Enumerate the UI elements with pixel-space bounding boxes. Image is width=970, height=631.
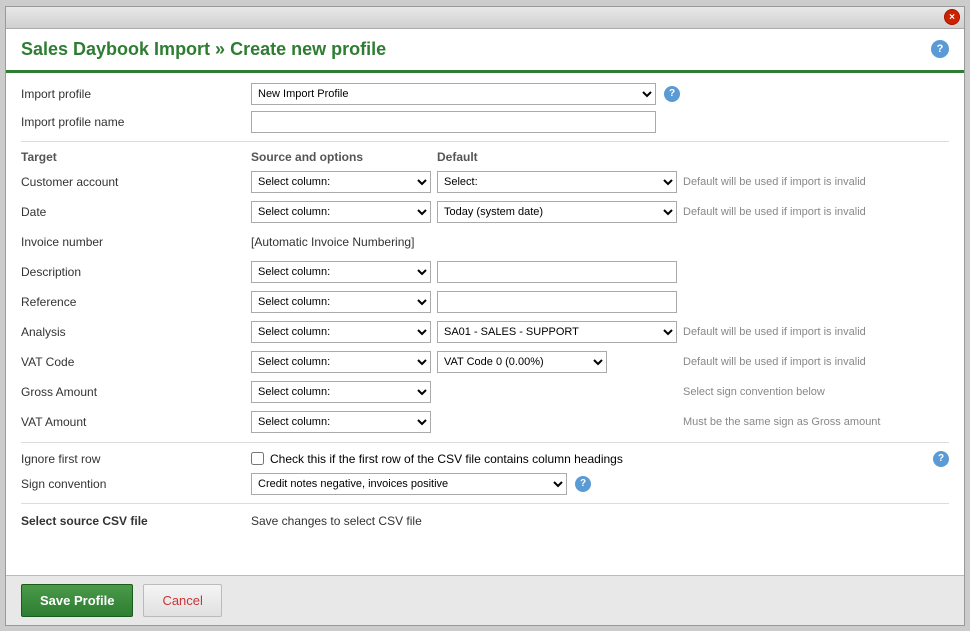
reference-default-wrapper (437, 291, 677, 313)
target-header: Target (21, 150, 251, 164)
ignore-first-row-text: Check this if the first row of the CSV f… (270, 452, 623, 466)
import-profile-help-icon[interactable]: ? (664, 86, 680, 102)
gross-amount-source-wrapper: Select column: (251, 381, 431, 403)
gross-amount-label: Gross Amount (21, 385, 251, 399)
date-label: Date (21, 205, 251, 219)
import-profile-select-wrapper: New Import Profile (251, 83, 656, 105)
analysis-source-select[interactable]: Select column: (251, 321, 431, 343)
analysis-row: Analysis Select column: SA01 - SALES - S… (21, 320, 949, 344)
footer: Save Profile Cancel (6, 575, 964, 625)
vat-code-note: Default will be used if import is invali… (683, 356, 949, 368)
description-label: Description (21, 265, 251, 279)
customer-account-source-select[interactable]: Select column: (251, 171, 431, 193)
import-profile-name-label: Import profile name (21, 115, 251, 129)
cancel-button[interactable]: Cancel (143, 584, 221, 617)
customer-account-row: Customer account Select column: Select: … (21, 170, 949, 194)
date-row: Date Select column: Today (system date) … (21, 200, 949, 224)
gross-amount-row: Gross Amount Select column: Select sign … (21, 380, 949, 404)
import-profile-label: Import profile (21, 87, 251, 101)
csv-file-row: Select source CSV file Save changes to s… (21, 514, 949, 528)
page-title: Sales Daybook Import » Create new profil… (21, 39, 386, 60)
ignore-first-row-checkbox-area: Check this if the first row of the CSV f… (251, 452, 623, 466)
gross-amount-note: Select sign convention below (683, 386, 949, 398)
ignore-first-row-help-icon[interactable]: ? (933, 451, 949, 467)
close-button[interactable]: × (944, 9, 960, 25)
vat-amount-source-wrapper: Select column: (251, 411, 431, 433)
header-help-icon[interactable]: ? (931, 40, 949, 58)
sign-convention-select-wrapper: Credit notes negative, invoices positive (251, 473, 567, 495)
invoice-number-auto: [Automatic Invoice Numbering] (251, 235, 414, 249)
customer-account-default-select[interactable]: Select: (437, 171, 677, 193)
customer-account-note: Default will be used if import is invali… (683, 176, 949, 188)
vat-amount-label: VAT Amount (21, 415, 251, 429)
date-note: Default will be used if import is invali… (683, 206, 949, 218)
analysis-source-wrapper: Select column: (251, 321, 431, 343)
vat-code-default-wrapper: VAT Code 0 (0.00%) (437, 351, 677, 373)
reference-source-select[interactable]: Select column: (251, 291, 431, 313)
divider-2 (21, 442, 949, 443)
ignore-first-row-checkbox[interactable] (251, 452, 264, 465)
vat-amount-row: VAT Amount Select column: Must be the sa… (21, 410, 949, 434)
reference-default-input[interactable] (437, 291, 677, 313)
import-profile-name-row: Import profile name (21, 111, 949, 133)
invoice-number-label: Invoice number (21, 235, 251, 249)
date-source-select[interactable]: Select column: (251, 201, 431, 223)
save-profile-button[interactable]: Save Profile (21, 584, 133, 617)
vat-amount-note: Must be the same sign as Gross amount (683, 416, 949, 428)
header: Sales Daybook Import » Create new profil… (6, 29, 964, 73)
description-default-wrapper (437, 261, 677, 283)
reference-label: Reference (21, 295, 251, 309)
sign-convention-help-icon[interactable]: ? (575, 476, 591, 492)
analysis-note: Default will be used if import is invali… (683, 326, 949, 338)
csv-file-value: Save changes to select CSV file (251, 514, 422, 528)
import-profile-row: Import profile New Import Profile ? (21, 83, 949, 105)
csv-file-label: Select source CSV file (21, 514, 251, 528)
import-profile-select[interactable]: New Import Profile (251, 83, 656, 105)
invoice-number-row: Invoice number [Automatic Invoice Number… (21, 230, 949, 254)
description-row: Description Select column: (21, 260, 949, 284)
vat-code-source-wrapper: Select column: (251, 351, 431, 373)
vat-code-row: VAT Code Select column: VAT Code 0 (0.00… (21, 350, 949, 374)
ignore-first-row-row: Ignore first row Check this if the first… (21, 451, 949, 467)
analysis-default-wrapper: SA01 - SALES - SUPPORT (437, 321, 677, 343)
source-header: Source and options (251, 150, 437, 164)
gross-amount-source-select[interactable]: Select column: (251, 381, 431, 403)
vat-amount-source-select[interactable]: Select column: (251, 411, 431, 433)
main-window: × Sales Daybook Import » Create new prof… (5, 6, 965, 626)
ignore-first-row-label: Ignore first row (21, 452, 251, 466)
divider-3 (21, 503, 949, 504)
sign-convention-label: Sign convention (21, 477, 251, 491)
sign-convention-select[interactable]: Credit notes negative, invoices positive (251, 473, 567, 495)
sign-convention-row: Sign convention Credit notes negative, i… (21, 473, 949, 495)
customer-account-label: Customer account (21, 175, 251, 189)
vat-code-default-select[interactable]: VAT Code 0 (0.00%) (437, 351, 607, 373)
date-default-select[interactable]: Today (system date) (437, 201, 677, 223)
analysis-label: Analysis (21, 325, 251, 339)
vat-code-source-select[interactable]: Select column: (251, 351, 431, 373)
reference-source-wrapper: Select column: (251, 291, 431, 313)
description-source-wrapper: Select column: (251, 261, 431, 283)
titlebar: × (6, 7, 964, 29)
content-area: Import profile New Import Profile ? Impo… (6, 73, 964, 575)
default-header: Default (437, 150, 677, 164)
section-headers: Target Source and options Default (21, 150, 949, 164)
analysis-default-select[interactable]: SA01 - SALES - SUPPORT (437, 321, 677, 343)
vat-code-label: VAT Code (21, 355, 251, 369)
import-profile-name-input[interactable] (251, 111, 656, 133)
customer-account-default-wrapper: Select: (437, 171, 677, 193)
description-default-input[interactable] (437, 261, 677, 283)
reference-row: Reference Select column: (21, 290, 949, 314)
date-source-wrapper: Select column: (251, 201, 431, 223)
date-default-wrapper: Today (system date) (437, 201, 677, 223)
customer-account-source-wrapper: Select column: (251, 171, 431, 193)
divider-1 (21, 141, 949, 142)
description-source-select[interactable]: Select column: (251, 261, 431, 283)
